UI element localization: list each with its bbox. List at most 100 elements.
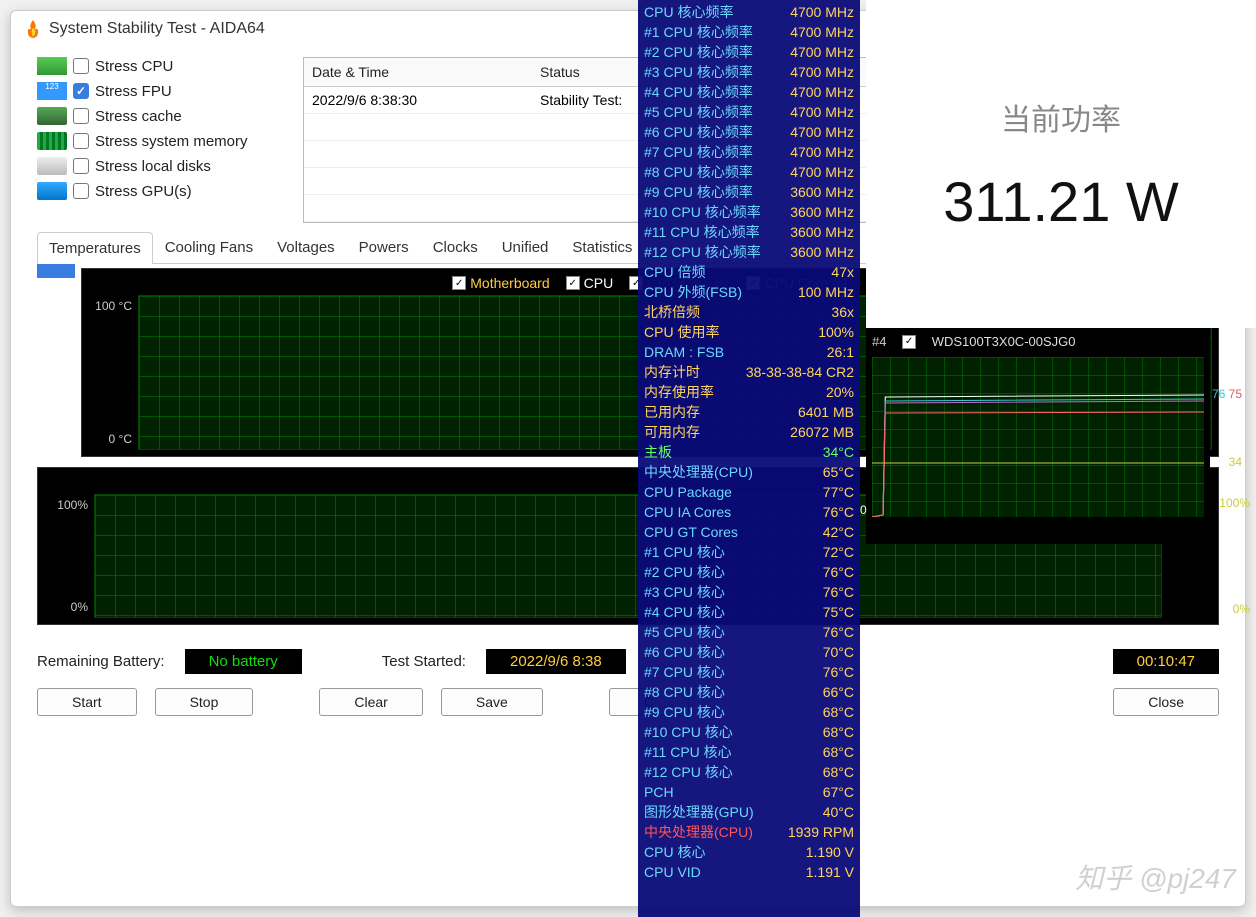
legend-cpu[interactable]: CPU	[566, 275, 614, 291]
watermark: 知乎 @pj247	[1075, 857, 1236, 897]
osd-value: 70°C	[823, 642, 854, 662]
window-title: System Stability Test - AIDA64	[49, 20, 265, 38]
osd-row: CPU 核心1.190 V	[644, 842, 854, 862]
osd-row: #4 CPU 核心 75°C	[644, 602, 854, 622]
osd-value: 3600 MHz	[790, 242, 854, 262]
fpu-chip-icon: 123	[37, 82, 67, 100]
osd-row: 可用内存26072 MB	[644, 422, 854, 442]
stress-fpu-checkbox[interactable]	[73, 83, 89, 99]
osd-key: CPU 核心	[644, 842, 705, 862]
osd-value: 36x	[831, 302, 854, 322]
osd-key: CPU 核心频率	[644, 2, 733, 22]
osd-row: CPU 倍频47x	[644, 262, 854, 282]
checkbox-icon[interactable]	[902, 335, 916, 349]
tab-voltages[interactable]: Voltages	[265, 231, 347, 263]
osd-key: 内存计时	[644, 362, 700, 382]
osd-row: #9 CPU 核心68°C	[644, 702, 854, 722]
osd-key: #9 CPU 核心	[644, 702, 725, 722]
osd-value: 66°C	[823, 682, 854, 702]
save-button[interactable]: Save	[441, 688, 543, 716]
osd-key: CPU 外频(FSB)	[644, 282, 742, 302]
osd-key: 可用内存	[644, 422, 700, 442]
osd-key: 已用内存	[644, 402, 700, 422]
osd-value: 68°C	[823, 742, 854, 762]
legend-core4[interactable]: #4	[872, 334, 886, 349]
battery-label: Remaining Battery:	[37, 653, 165, 670]
osd-row: 内存计时 38-38-38-84 CR2	[644, 362, 854, 382]
close-button[interactable]: Close	[1113, 688, 1219, 716]
osd-key: #12 CPU 核心	[644, 762, 733, 782]
osd-key: 中央处理器(CPU)	[644, 462, 753, 482]
osd-value: 4700 MHz	[790, 62, 854, 82]
osd-key: 主板	[644, 442, 672, 462]
tab-unified[interactable]: Unified	[490, 231, 561, 263]
osd-value: 76°C	[823, 662, 854, 682]
osd-value: 100%	[818, 322, 854, 342]
osd-key: #5 CPU 核心频率	[644, 102, 753, 122]
osd-value: 76°C	[823, 582, 854, 602]
stress-cache-checkbox[interactable]	[73, 108, 89, 124]
osd-key: #8 CPU 核心频率	[644, 162, 753, 182]
log-col-datetime[interactable]: Date & Time	[304, 58, 532, 87]
checkbox-icon[interactable]	[566, 276, 580, 290]
legend-wd-drive[interactable]: WDS100T3X0C-00SJG0	[932, 334, 1076, 349]
stress-disk-label: Stress local disks	[95, 158, 211, 175]
legend-motherboard[interactable]: Motherboard	[452, 275, 549, 291]
stress-disk-checkbox[interactable]	[73, 158, 89, 174]
clear-button[interactable]: Clear	[319, 688, 422, 716]
tab-statistics[interactable]: Statistics	[560, 231, 644, 263]
gpu-icon	[37, 182, 67, 200]
osd-key: CPU 使用率	[644, 322, 719, 342]
osd-key: 中央处理器(CPU)	[644, 822, 753, 842]
osd-value: 4700 MHz	[790, 82, 854, 102]
stop-button[interactable]: Stop	[155, 688, 254, 716]
osd-value: 75°C	[823, 602, 854, 622]
checkbox-icon[interactable]	[452, 276, 466, 290]
tab-temperatures[interactable]: Temperatures	[37, 232, 153, 264]
osd-value: 1939 RPM	[788, 822, 854, 842]
osd-row: #12 CPU 核心68°C	[644, 762, 854, 782]
osd-value: 38-38-38-84 CR2	[746, 362, 854, 382]
stress-cpu-checkbox[interactable]	[73, 58, 89, 74]
temperature-chart-right: #4 WDS100T3X0C-00SJG0 76 75 66 34 0	[866, 328, 1210, 544]
osd-value: 76°C	[823, 562, 854, 582]
stress-disk-row[interactable]: Stress local disks	[37, 157, 289, 175]
osd-row: #8 CPU 核心频率4700 MHz	[644, 162, 854, 182]
tab-clocks[interactable]: Clocks	[421, 231, 490, 263]
tab-powers[interactable]: Powers	[347, 231, 421, 263]
stress-cache-row[interactable]: Stress cache	[37, 107, 289, 125]
ymax-label: 100 °C	[88, 299, 136, 313]
osd-row: #8 CPU 核心 66°C	[644, 682, 854, 702]
osd-value: 4700 MHz	[790, 102, 854, 122]
osd-value: 4700 MHz	[790, 142, 854, 162]
start-button[interactable]: Start	[37, 688, 137, 716]
osd-key: #1 CPU 核心频率	[644, 22, 753, 42]
stress-fpu-row[interactable]: 123Stress FPU	[37, 82, 289, 100]
osd-key: #4 CPU 核心	[644, 602, 725, 622]
osd-row: #7 CPU 核心76°C	[644, 662, 854, 682]
osd-key: #12 CPU 核心频率	[644, 242, 761, 262]
chart-page-handle[interactable]	[37, 264, 75, 278]
osd-value: 4700 MHz	[790, 2, 854, 22]
osd-row: #3 CPU 核心频率4700 MHz	[644, 62, 854, 82]
osd-row: 已用内存6401 MB	[644, 402, 854, 422]
status-row: Remaining Battery: No battery Test Start…	[37, 649, 1219, 674]
osd-row: #6 CPU 核心频率4700 MHz	[644, 122, 854, 142]
stress-mem-checkbox[interactable]	[73, 133, 89, 149]
stress-gpu-checkbox[interactable]	[73, 183, 89, 199]
osd-row: #7 CPU 核心频率4700 MHz	[644, 142, 854, 162]
stress-mem-row[interactable]: Stress system memory	[37, 132, 289, 150]
osd-row: #2 CPU 核心76°C	[644, 562, 854, 582]
osd-value: 72°C	[823, 542, 854, 562]
stress-cpu-label: Stress CPU	[95, 58, 173, 75]
tab-cooling-fans[interactable]: Cooling Fans	[153, 231, 265, 263]
stress-gpu-row[interactable]: Stress GPU(s)	[37, 182, 289, 200]
osd-key: #8 CPU 核心	[644, 682, 725, 702]
osd-row: #11 CPU 核心68°C	[644, 742, 854, 762]
stress-cpu-row[interactable]: Stress CPU	[37, 57, 289, 75]
osd-key: CPU 倍频	[644, 262, 705, 282]
cache-chip-icon	[37, 107, 67, 125]
osd-row: #5 CPU 核心频率 4700 MHz	[644, 102, 854, 122]
osd-key: CPU VID	[644, 862, 701, 882]
osd-row: #10 CPU 核心68°C	[644, 722, 854, 742]
